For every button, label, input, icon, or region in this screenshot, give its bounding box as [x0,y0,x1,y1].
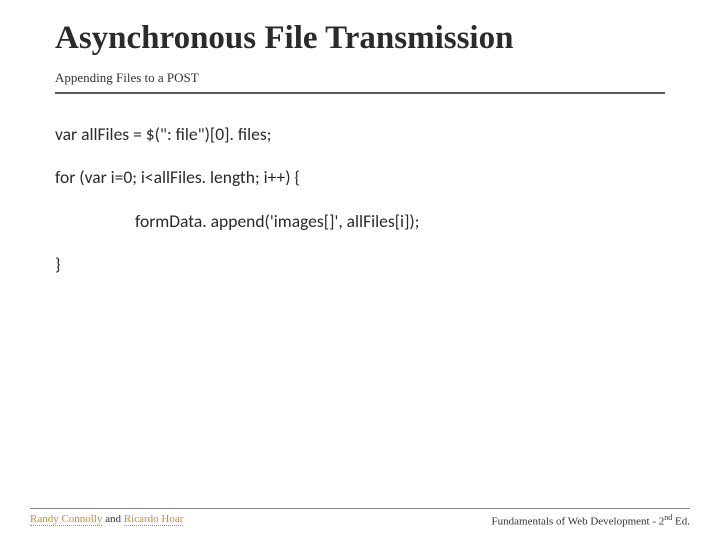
code-line-2: for (var i=0; i<allFiles. length; i++) { [55,165,665,190]
author-1: Randy Connolly [30,513,102,526]
book-suffix: Ed. [672,516,690,528]
slide-title: Asynchronous File Transmission [55,20,665,58]
author-2: Ricardo Hoar [124,513,184,526]
book-prefix: Fundamentals of Web Development - 2 [492,516,665,528]
author-joiner: and [102,513,123,525]
title-block: Asynchronous File Transmission Appending… [55,20,665,94]
footer-book: Fundamentals of Web Development - 2nd Ed… [492,513,690,528]
code-line-1: var allFiles = $(": file")[0]. files; [55,122,665,147]
code-line-4: } [55,252,665,277]
footer: Randy Connolly and Ricardo Hoar Fundamen… [30,508,690,528]
code-line-3: formData. append('images[]', allFiles[i]… [55,209,665,234]
slide-subtitle: Appending Files to a POST [55,70,665,86]
footer-authors: Randy Connolly and Ricardo Hoar [30,513,183,528]
slide: Asynchronous File Transmission Appending… [0,0,720,540]
code-block: var allFiles = $(": file")[0]. files; fo… [55,122,665,296]
